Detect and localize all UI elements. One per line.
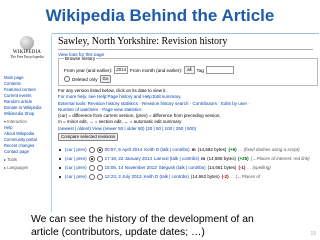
- diff-links[interactable]: (cur | prev): [65, 163, 87, 172]
- diff-links[interactable]: (cur | prev): [65, 145, 87, 154]
- revision-size: (14,662 bytes): [190, 174, 220, 179]
- caption-line: article (contributors, update dates; …): [31, 227, 205, 238]
- revision-user[interactable]: Keith D (talk | contribs): [143, 172, 188, 181]
- from-month-label: From month (and earlier):: [130, 67, 183, 73]
- wikipedia-screenshot: WIKIPEDIA The Free Encyclopedia Main pag…: [3, 34, 319, 212]
- year-input[interactable]: 2014: [114, 66, 129, 74]
- radio-old[interactable]: [88, 146, 95, 153]
- wikipedia-logo[interactable]: WIKIPEDIA The Free Encyclopedia: [7, 36, 47, 66]
- compare-revisions-button[interactable]: Compare selected revisions: [58, 133, 119, 142]
- bullet-icon: [59, 157, 61, 160]
- wiki-content: Sawley, North Yorkshire: Revision histor…: [51, 34, 319, 212]
- revision-row: (cur | prev) 00:57, 5 April 2014 Keith D…: [58, 145, 316, 154]
- page-number: 19: [310, 231, 316, 237]
- revision-date[interactable]: 15:06, 14 November 2013: [105, 163, 157, 172]
- divider: [58, 49, 313, 50]
- history-info: For any version listed below, click on i…: [58, 88, 316, 142]
- slide-caption: We can see the history of the developmen…: [31, 213, 301, 239]
- revision-change: (-2): [221, 174, 229, 179]
- deleted-only-label: Deleted only: [72, 76, 98, 82]
- revision-date[interactable]: 17:18, 22 January 2014: [105, 154, 152, 163]
- sidebar-item[interactable]: Contact page: [4, 149, 50, 155]
- revision-change: (-1): [238, 165, 246, 170]
- revision-user[interactable]: Keith D (talk | contribs): [144, 145, 189, 154]
- revision-size: (14,686 bytes): [207, 156, 236, 161]
- sidebar-nav: Main page Contents Featured content Curr…: [4, 75, 50, 171]
- radio-new[interactable]: [96, 173, 103, 180]
- browse-row: From year (and earlier): 2014 From month…: [64, 66, 234, 74]
- radio-old[interactable]: [88, 164, 95, 171]
- bullet-icon: [59, 166, 61, 169]
- deleted-only-checkbox[interactable]: [64, 76, 70, 82]
- revision-comment: . . (fixed dashes using a script): [238, 147, 300, 152]
- radio-old[interactable]: [88, 173, 95, 180]
- radio-new[interactable]: [96, 155, 103, 162]
- diff-links[interactable]: (cur | prev): [65, 172, 87, 181]
- radio-new[interactable]: [96, 164, 103, 171]
- revision-change: (+6): [228, 147, 237, 152]
- browse-row-2: Deleted only Go: [64, 75, 112, 83]
- go-button[interactable]: Go: [99, 75, 112, 83]
- browse-legend: Browse history: [64, 56, 97, 61]
- revision-user[interactable]: Lamoxl (talk | contribs): [154, 154, 199, 163]
- minor-flag: m: [191, 147, 196, 152]
- wiki-sidebar: WIKIPEDIA The Free Encyclopedia Main pag…: [3, 34, 51, 212]
- logo-tagline: The Free Encyclopedia: [10, 55, 44, 59]
- radio-old[interactable]: [88, 155, 95, 162]
- revision-row: (cur | prev) 12:23, 2 July 2013 Keith D …: [58, 172, 316, 181]
- revision-user[interactable]: Stegusk (talk | contribs): [159, 163, 206, 172]
- tag-label: Tag: [196, 67, 204, 73]
- tag-input[interactable]: [205, 66, 234, 74]
- revision-date[interactable]: 00:57, 5 April 2014: [105, 145, 143, 154]
- revision-date[interactable]: 12:23, 2 July 2013: [105, 172, 142, 181]
- revision-comment: . . (spelling): [247, 165, 271, 170]
- diff-links[interactable]: (cur | prev): [65, 154, 87, 163]
- revision-size: (14,692 bytes): [197, 147, 227, 152]
- bullet-icon: [59, 148, 61, 151]
- globe-icon: [20, 36, 34, 50]
- revision-row: (cur | prev) 15:06, 14 November 2013 Ste…: [58, 163, 316, 172]
- page-title: Sawley, North Yorkshire: Revision histor…: [58, 36, 228, 47]
- sidebar-item[interactable]: Wikimedia Shop: [4, 111, 50, 117]
- month-select[interactable]: all: [184, 66, 195, 74]
- from-year-label: From year (and earlier):: [64, 67, 113, 73]
- browse-history-form: Browse history From year (and earlier): …: [58, 56, 318, 86]
- sidebar-section-tools[interactable]: ▸ Tools: [4, 157, 50, 163]
- revision-row: (cur | prev) 17:18, 22 January 2014 Lamo…: [58, 154, 316, 163]
- revision-size: (14,661 bytes): [207, 165, 237, 170]
- caption-line: We can see the history of the developmen…: [31, 214, 254, 225]
- revision-comment: (←Places of interest: red link): [250, 156, 310, 161]
- revision-list: (cur | prev) 00:57, 5 April 2014 Keith D…: [58, 145, 316, 181]
- bullet-icon: [59, 175, 61, 178]
- pagination-line[interactable]: (newest | oldest) View (newer 50 | older…: [58, 126, 316, 132]
- revision-change: (+25): [237, 156, 249, 161]
- slide-title: Wikipedia Behind the Article: [45, 6, 275, 25]
- radio-new[interactable]: [96, 146, 103, 153]
- sidebar-section-languages[interactable]: ▸ Languages: [4, 165, 50, 171]
- minor-flag: m: [201, 156, 206, 161]
- revision-comment: . . (←Places of: [230, 174, 261, 179]
